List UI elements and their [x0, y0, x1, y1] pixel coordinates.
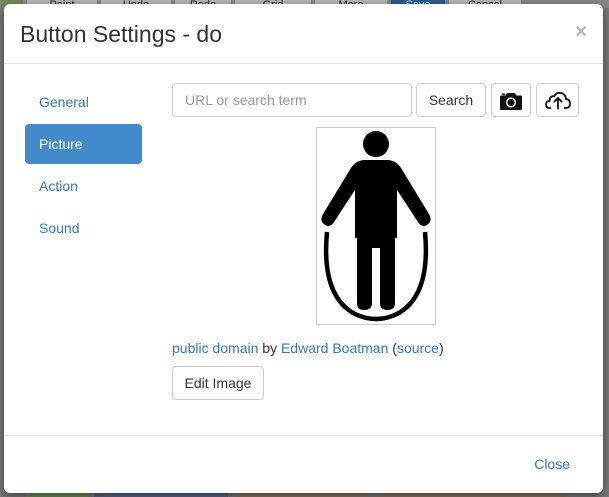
- license-link[interactable]: public domain: [172, 340, 258, 356]
- jump-rope-figure-icon: [321, 131, 431, 322]
- modal-footer: Close: [4, 435, 603, 494]
- nav-item-general[interactable]: General: [25, 82, 142, 122]
- search-input[interactable]: [172, 83, 412, 117]
- attribution-close-paren: ): [438, 340, 444, 356]
- camera-button[interactable]: [491, 83, 531, 117]
- author-link[interactable]: Edward Boatman: [281, 340, 388, 356]
- attribution-by: by: [262, 340, 278, 356]
- button-settings-modal: Button Settings - do × General Picture A…: [4, 4, 603, 493]
- cloud-upload-icon: [544, 91, 571, 109]
- edit-image-button[interactable]: Edit Image: [172, 366, 264, 400]
- settings-nav: General Picture Action Sound: [25, 82, 142, 250]
- modal-header: Button Settings - do ×: [4, 4, 603, 64]
- modal-title: Button Settings - do: [20, 21, 223, 47]
- picture-preview: [316, 127, 436, 325]
- nav-item-sound[interactable]: Sound: [25, 208, 142, 248]
- background-board-right: [603, 8, 609, 497]
- nav-item-action[interactable]: Action: [25, 166, 142, 206]
- search-button[interactable]: Search: [416, 83, 486, 117]
- close-button[interactable]: Close: [534, 456, 570, 472]
- camera-icon: [500, 93, 522, 110]
- picture-attribution: public domain by Edward Boatman (source): [172, 340, 444, 356]
- source-link[interactable]: source: [397, 340, 439, 356]
- close-icon[interactable]: ×: [575, 22, 587, 42]
- nav-item-picture[interactable]: Picture: [25, 124, 142, 164]
- upload-button[interactable]: [536, 83, 579, 117]
